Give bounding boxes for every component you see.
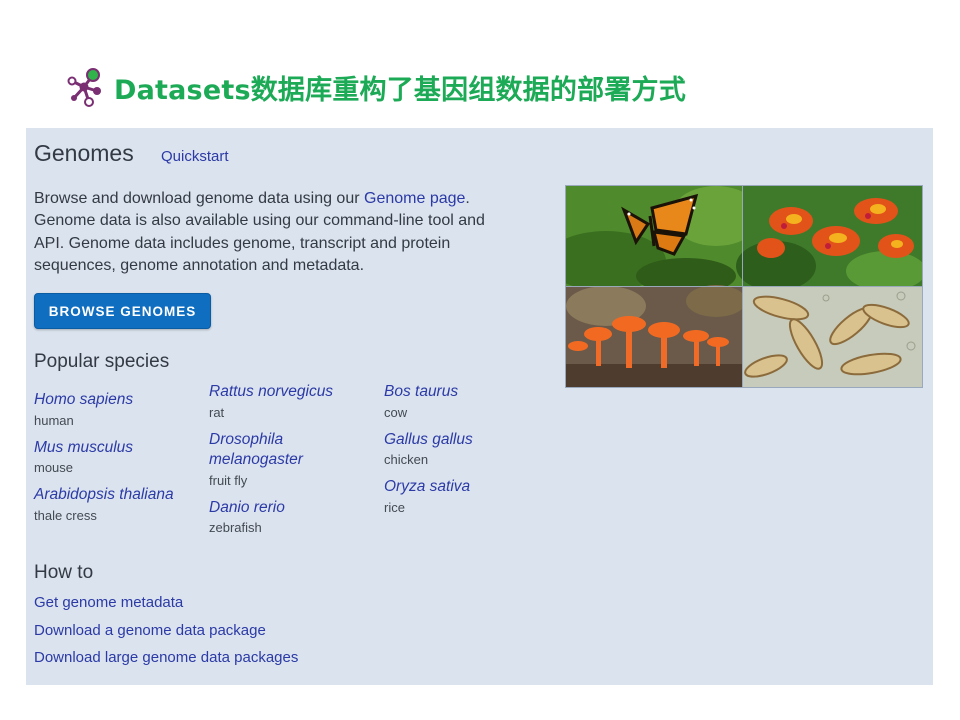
species-link-rattus-norvegicus[interactable]: Rattus norvegicus [209,382,349,403]
species-common-name: chicken [384,452,429,467]
species-item: Drosophila melanogaster fruit fly [209,430,349,490]
slide-title: Datasets数据库重构了基因组数据的部署方式 [64,62,686,112]
species-item: Arabidopsis thaliana thale cress [34,485,206,525]
species-link-arabidopsis-thaliana[interactable]: Arabidopsis thaliana [34,485,206,506]
genomes-panel: Genomes Quickstart Browse and download g… [26,128,933,685]
species-link-gallus-gallus[interactable]: Gallus gallus [384,430,556,451]
genomes-heading: Genomes [34,140,134,166]
species-common-name: rice [384,499,405,515]
species-item: Bos taurus cow [384,382,556,422]
browse-genomes-button[interactable]: BROWSE GENOMES [34,293,211,329]
species-common-name: fruit fly [209,472,248,488]
species-column-3: Bos taurus cow Gallus gallus chicken Ory… [384,382,556,525]
species-common-name: thale cress [34,507,97,523]
species-link-drosophila-melanogaster[interactable]: Drosophila melanogaster [209,430,349,471]
species-link-mus-musculus[interactable]: Mus musculus [34,438,206,459]
popular-species-heading: Popular species [34,351,170,372]
how-to-list: Get genome metadata Download a genome da… [34,594,298,677]
species-item: Rattus norvegicus rat [209,382,349,422]
species-item: Oryza sativa rice [384,477,556,517]
how-to-link-get-metadata[interactable]: Get genome metadata [34,594,298,622]
intro-text-start: Browse and download genome data using ou… [34,190,364,207]
datasets-logo-icon [67,68,101,107]
species-photo-collage [565,185,923,388]
microbe-photo [743,287,922,387]
genome-page-link[interactable]: Genome page [364,190,465,207]
how-to-heading: How to [34,562,94,583]
species-common-name: rat [209,404,225,420]
species-item: Danio rerio zebrafish [209,498,349,538]
flower-photo [736,186,922,291]
how-to-link-download-large-packages[interactable]: Download large genome data packages [34,649,298,677]
species-column-1: Homo sapiens human Mus musculus mouse Ar… [34,390,206,533]
species-common-name: mouse [34,460,74,475]
quickstart-link[interactable]: Quickstart [161,148,229,165]
butterfly-photo [566,186,761,294]
species-item: Homo sapiens human [34,390,206,430]
mushroom-photo [566,285,746,387]
species-common-name: human [34,412,74,428]
species-link-oryza-sativa[interactable]: Oryza sativa [384,477,556,498]
species-common-name: cow [384,404,408,420]
species-link-danio-rerio[interactable]: Danio rerio [209,498,349,519]
slide-title-text: Datasets数据库重构了基因组数据的部署方式 [114,74,686,106]
species-common-name: zebrafish [209,520,262,535]
how-to-link-download-package[interactable]: Download a genome data package [34,622,298,650]
species-link-homo-sapiens[interactable]: Homo sapiens [34,390,206,411]
species-item: Mus musculus mouse [34,438,206,478]
species-link-bos-taurus[interactable]: Bos taurus [384,382,556,403]
genomes-intro-text: Browse and download genome data using ou… [34,188,514,277]
species-item: Gallus gallus chicken [384,430,556,470]
species-column-2: Rattus norvegicus rat Drosophila melanog… [209,382,349,545]
